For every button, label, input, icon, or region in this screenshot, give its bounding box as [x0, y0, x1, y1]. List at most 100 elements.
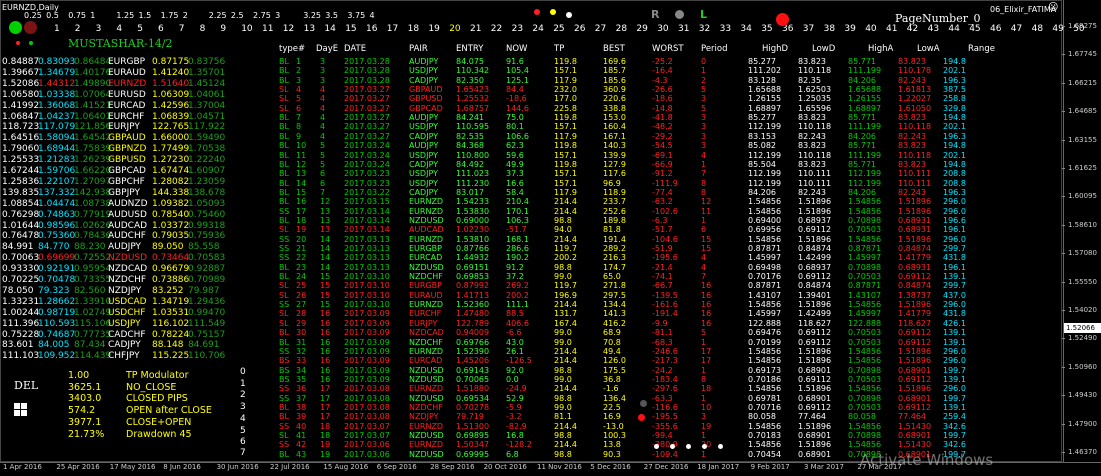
pager-dot-icon[interactable]	[670, 444, 675, 449]
time-tick-label: 15 Aug 2016	[323, 463, 369, 471]
pair-cell: USDCHF	[108, 307, 146, 318]
index-value: 9	[220, 24, 227, 34]
pair-cell: 1.06847	[2, 111, 40, 122]
time-tick-label: 1 Apr 2016	[3, 463, 42, 471]
pair-cell: USDCAD	[108, 296, 147, 307]
pager-dot-icon[interactable]	[686, 444, 691, 449]
pair-cell: 1.68944	[38, 144, 76, 155]
price-tick-mark	[1062, 366, 1065, 368]
pair-cell: AUDJPY	[108, 242, 142, 253]
level-value: 2	[182, 11, 188, 20]
pair-cell: 0.76298	[2, 209, 40, 220]
pair-cell: 116.102	[152, 318, 190, 329]
index-value: 17	[386, 24, 399, 34]
pair-cell: 0.70063	[2, 253, 40, 264]
pair-cell: 144.338	[152, 187, 190, 198]
pager-dot-icon[interactable]	[654, 444, 659, 449]
trade-cell: 0.70454	[748, 449, 782, 459]
pair-cell: 1.40176	[74, 67, 112, 78]
time-tick-label: 20 Oct 2016	[483, 463, 527, 471]
pair-cell: 0.99470	[188, 307, 226, 318]
pair-cell: 115.106	[74, 318, 112, 329]
price-tick-label: 1.66215	[1068, 78, 1097, 87]
index-value: 23	[511, 24, 524, 34]
time-tick-label: 5 Dec 2016	[590, 463, 631, 471]
pair-cell: CADCHF	[108, 329, 146, 340]
pager-dot-icon[interactable]	[702, 444, 707, 449]
trades-header-cell: HighA	[868, 44, 894, 54]
pair-cell: 110.706	[188, 351, 226, 362]
index-value: 34	[740, 24, 752, 34]
small-red-dot-icon	[16, 41, 20, 45]
page-number-label: PageNumber_0	[895, 12, 981, 25]
trades-header-cell: HighD	[762, 44, 789, 54]
big-red-dot-icon	[776, 13, 789, 26]
pair-cell: 1.22107	[38, 176, 76, 187]
pair-cell: 1.06839	[152, 111, 190, 122]
pair-cell: 79.987	[188, 285, 220, 296]
price-tick-label: 1.58610	[1068, 220, 1097, 229]
pair-cell: 1.26239	[74, 155, 112, 166]
pair-cell: 1.05093	[188, 198, 226, 209]
pair-cell: 0.92887	[188, 264, 226, 275]
index-value: 28	[615, 24, 628, 34]
time-tick-label: 18 Jan 2017	[697, 463, 740, 471]
time-tick-label: 3 Mar 2017	[804, 463, 844, 471]
trade-cell: 1	[701, 449, 707, 459]
pair-cell: 88.230	[74, 242, 106, 253]
index-value: 2	[74, 24, 81, 34]
pair-cell: 84.005	[38, 340, 70, 351]
price-tick-label: 1.69275	[1068, 22, 1097, 30]
pair-cell: 1.64516	[2, 133, 40, 144]
pair-cell: 115.225	[152, 351, 190, 362]
summary-index: 1	[240, 378, 246, 389]
index-value: 16	[366, 24, 378, 34]
trades-header-cell: LowD	[812, 44, 836, 54]
pair-cell: 0.69699	[38, 253, 76, 264]
current-price-label: 1.52066	[1064, 323, 1101, 333]
pair-cell: 1.09382	[152, 198, 190, 209]
pair-cell: 1.04061	[188, 89, 226, 100]
pair-cell: 0.75460	[188, 209, 226, 220]
gray-status-icon	[675, 10, 684, 19]
pair-cell: USDJPY	[108, 318, 141, 329]
price-tick-mark	[1062, 82, 1065, 84]
pair-cell: 89.050	[152, 242, 184, 253]
windows-icon[interactable]	[14, 403, 28, 417]
level-value: 0.5	[46, 11, 59, 20]
time-tick-label: 30 Jun 2016	[216, 463, 259, 471]
summary-value: 574.2	[68, 405, 96, 417]
strategy-label: MUSTASHAR-14/2	[68, 37, 173, 50]
pair-cell: 1.66000	[152, 133, 190, 144]
pair-cell: 0.95954	[74, 264, 112, 275]
level-value: 3.25	[303, 11, 321, 20]
pair-cell: AUDCAD	[108, 220, 148, 231]
pair-cell: 0.73355	[74, 275, 112, 285]
index-value: 1	[54, 24, 60, 34]
summary-value: 3977.1	[68, 416, 102, 428]
pair-cell: 83.252	[152, 285, 184, 296]
pair-cell: EURGBP	[108, 57, 146, 67]
index-value: 32	[698, 24, 711, 34]
pair-cell: 1.25533	[2, 155, 40, 166]
pair-cell: 1.02749	[74, 307, 112, 318]
summary-index: 3	[240, 402, 246, 413]
pair-cell: 1.70538	[188, 144, 226, 155]
index-value: 11	[262, 24, 274, 34]
time-tick-label: 6 Sep 2016	[376, 463, 417, 471]
trade-cell: -109.4	[652, 449, 678, 459]
pair-cell: 1.75839	[74, 144, 112, 155]
pair-cell: 1.08738	[74, 198, 112, 209]
pager-dot-icon[interactable]	[718, 444, 723, 449]
pair-cell: 117.922	[188, 122, 226, 133]
del-button[interactable]: DEL	[14, 380, 38, 391]
time-tick-label: 25 Apr 2016	[56, 463, 100, 471]
pair-cell: 0.87175	[152, 57, 190, 67]
pair-cell: NZDCHF	[108, 275, 147, 285]
pair-cell: 82.560	[74, 285, 106, 296]
price-tick-mark	[1062, 168, 1065, 169]
index-value: 45	[969, 24, 981, 34]
pair-cell: 1.77499	[152, 144, 190, 155]
pair-cell: 0.73886	[152, 275, 190, 285]
gray-trade-marker-icon	[640, 400, 647, 407]
